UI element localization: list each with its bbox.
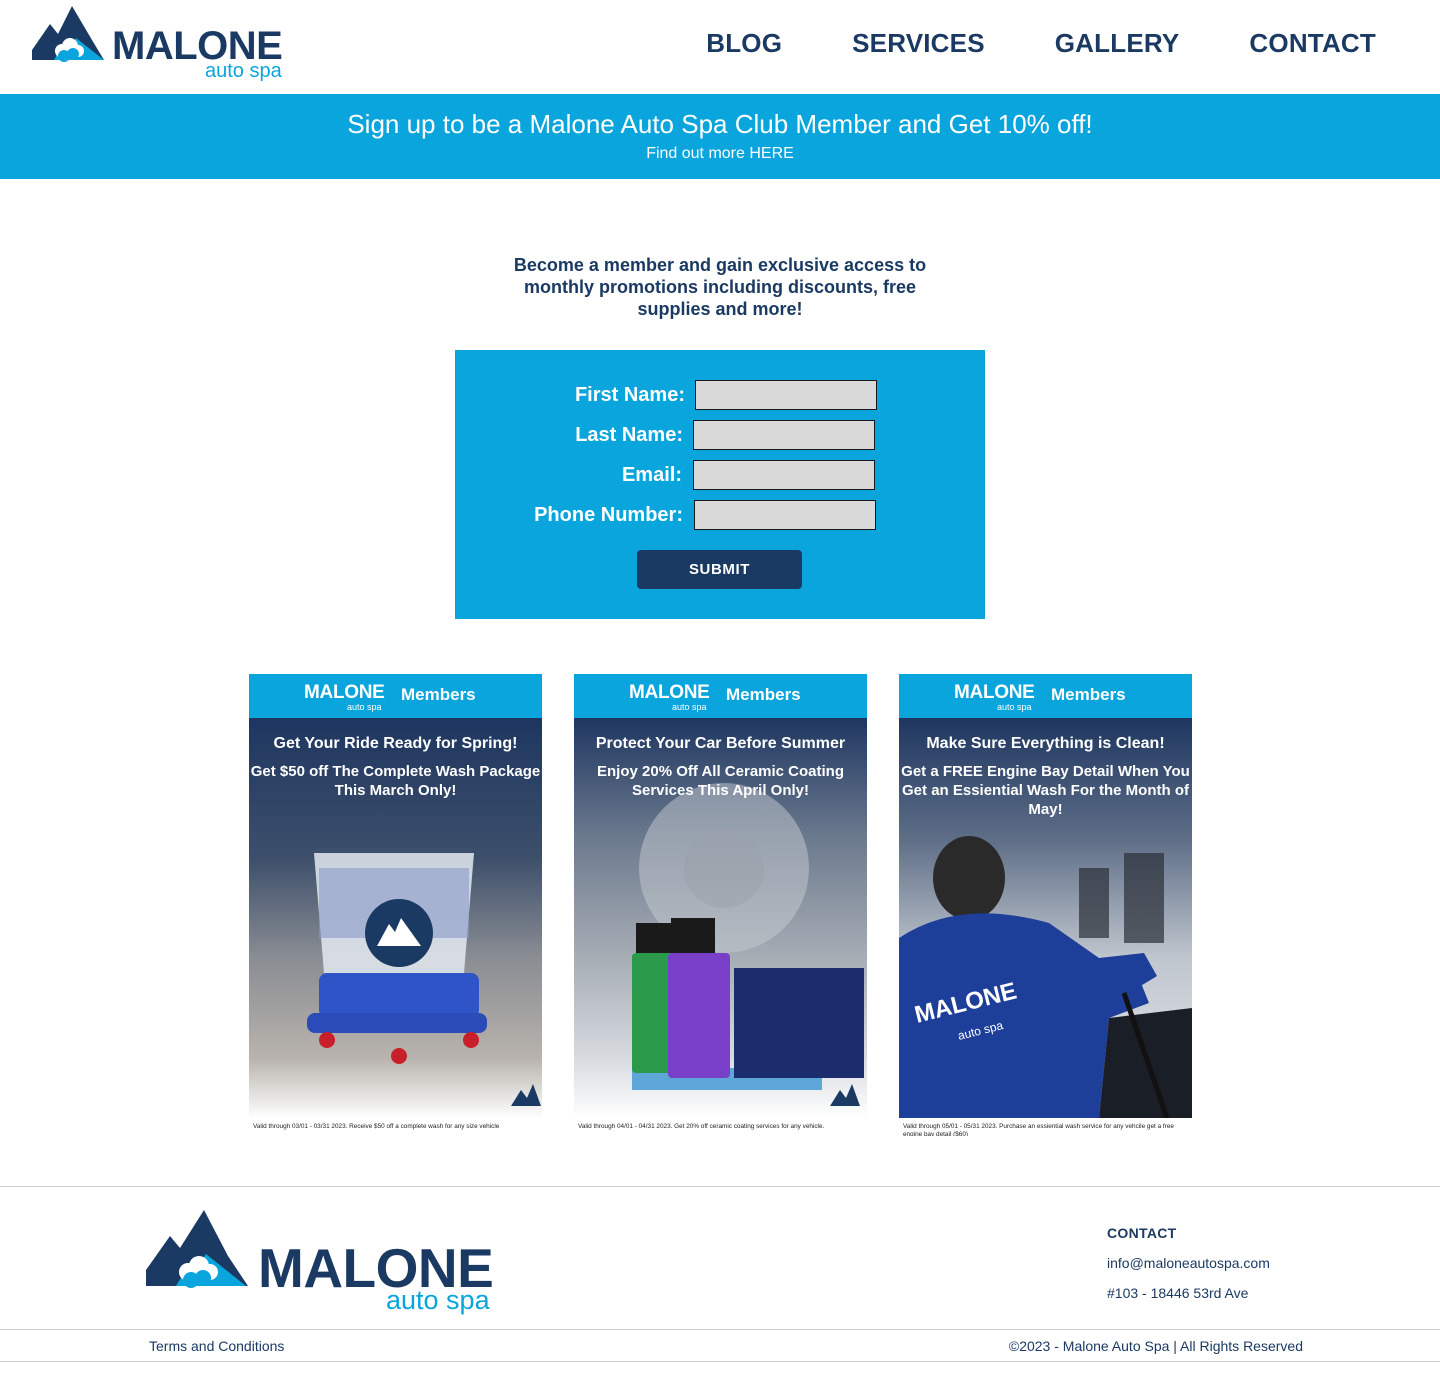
last-name-row: Last Name:	[455, 420, 985, 450]
first-name-input[interactable]	[695, 380, 877, 410]
intro-text: Become a member and gain exclusive acces…	[513, 255, 927, 319]
footer-logo[interactable]: MALONE auto spa	[146, 1210, 516, 1318]
card-offer: Get a FREE Engine Bay Detail When You Ge…	[901, 763, 1190, 818]
card-headline: Make Sure Everything is Clean!	[926, 735, 1165, 752]
card-header: MALONE auto spa Members	[899, 674, 1192, 718]
card-members: Members	[726, 685, 801, 704]
card-copy: Protect Your Car Before Summer Enjoy 20%…	[574, 734, 867, 800]
card-brand: MALONE	[954, 682, 1035, 703]
last-name-label: Last Name:	[575, 424, 683, 446]
footer-address: #103 - 18446 53rd Ave	[1107, 1285, 1249, 1301]
card-members: Members	[1051, 685, 1126, 704]
card-brand-sub: auto spa	[347, 702, 382, 712]
footer-contact-title: CONTACT	[1107, 1225, 1177, 1241]
email-label: Email:	[621, 464, 682, 486]
site-logo[interactable]: MALONE auto spa	[32, 6, 302, 84]
nav-contact[interactable]: CONTACT	[1249, 26, 1376, 60]
email-row: Email:	[455, 460, 985, 490]
email-input[interactable]	[693, 460, 875, 490]
nav-blog[interactable]: BLOG	[706, 26, 782, 60]
first-name-row: First Name:	[455, 380, 985, 410]
card-offer: Enjoy 20% Off All Ceramic Coating Servic…	[597, 763, 844, 799]
phone-row: Phone Number:	[455, 500, 985, 530]
card-headline: Protect Your Car Before Summer	[595, 735, 846, 752]
last-name-input[interactable]	[693, 420, 875, 450]
card-copy: Get Your Ride Ready for Spring! Get $50 …	[249, 734, 542, 800]
card-offer: Get $50 off The Complete Wash Package Th…	[250, 763, 541, 799]
card-fine-print: Valid through 03/01 - 03/31 2023. Receiv…	[253, 1123, 500, 1130]
site-header: MALONE auto spa BLOG SERVICES GALLERY CO…	[0, 0, 1440, 94]
footer-divider	[0, 1329, 1440, 1330]
card-fine-print: Valid through 05/01 - 05/31 2023. Purcha…	[903, 1123, 1174, 1136]
card-copy: Make Sure Everything is Clean! Get a FRE…	[899, 734, 1192, 819]
first-name-label: First Name:	[574, 384, 685, 406]
card-brand-sub: auto spa	[997, 702, 1032, 712]
footer-divider	[0, 1361, 1440, 1362]
footer-email[interactable]: info@maloneautospa.com	[1107, 1254, 1270, 1272]
card-header: MALONE auto spa Members	[249, 674, 542, 718]
footer-divider	[0, 1186, 1440, 1187]
promo-card-april[interactable]: MALONE auto spa Members Protect Your Car…	[574, 674, 867, 1136]
mountain-logo-icon	[32, 6, 104, 62]
mountain-logo-icon	[146, 1210, 248, 1288]
promo-card-march[interactable]: MALONE auto spa Members Get Your Ride Re…	[249, 674, 542, 1136]
copyright: ©2023 - Malone Auto Spa | All Rights Res…	[1008, 1338, 1303, 1354]
banner-link[interactable]: Find out more HERE	[646, 143, 794, 165]
nav-gallery[interactable]: GALLERY	[1055, 26, 1180, 60]
membership-banner: Sign up to be a Malone Auto Spa Club Mem…	[0, 94, 1440, 179]
phone-label: Phone Number:	[534, 504, 683, 526]
promo-card-may[interactable]: MALONE auto spa Members MALONE auto spa …	[899, 674, 1192, 1136]
card-brand: MALONE	[304, 682, 385, 703]
signup-form: First Name: Last Name: Email: Phone Numb…	[455, 350, 985, 619]
card-header: MALONE auto spa Members	[574, 674, 867, 718]
card-fine-print: Valid through 04/01 - 04/31 2023. Get 20…	[578, 1123, 825, 1130]
card-brand-sub: auto spa	[672, 702, 707, 712]
card-brand: MALONE	[629, 682, 710, 703]
card-headline: Get Your Ride Ready for Spring!	[273, 735, 518, 752]
nav-services[interactable]: SERVICES	[852, 26, 985, 60]
submit-button[interactable]: SUBMIT	[637, 550, 802, 589]
main-nav: BLOG SERVICES GALLERY CONTACT	[706, 26, 1376, 60]
logo-subtitle: auto spa	[205, 60, 282, 82]
card-members: Members	[401, 685, 476, 704]
footer-logo-subtitle: auto spa	[386, 1285, 490, 1315]
terms-link[interactable]: Terms and Conditions	[149, 1337, 284, 1355]
footer-contact: CONTACT info@maloneautospa.com #103 - 18…	[1107, 1224, 1270, 1302]
banner-title: Sign up to be a Malone Auto Spa Club Mem…	[347, 109, 1093, 139]
phone-input[interactable]	[694, 500, 876, 530]
